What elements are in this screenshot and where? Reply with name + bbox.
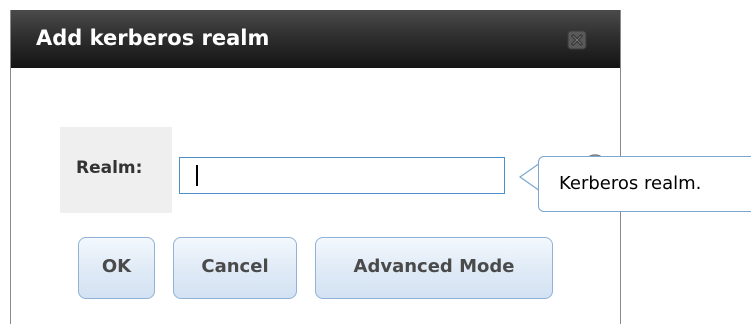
advanced-mode-button[interactable]: Advanced Mode [315,237,553,299]
dialog-titlebar: Add kerberos realm [11,10,620,68]
tooltip-text: Kerberos realm. [559,173,702,194]
close-icon [567,30,587,50]
page: Add kerberos realm Realm: OK Cancel Adva… [0,0,751,324]
realm-label: Realm: [76,158,143,178]
dialog-title: Add kerberos realm [36,26,270,50]
cancel-button[interactable]: Cancel [173,237,297,299]
realm-tooltip: Kerberos realm. [538,156,751,212]
text-caret [196,165,198,186]
ok-button[interactable]: OK [78,237,155,299]
close-button[interactable] [566,29,588,51]
realm-input[interactable] [179,157,505,194]
realm-label-cell: Realm: [60,127,172,213]
